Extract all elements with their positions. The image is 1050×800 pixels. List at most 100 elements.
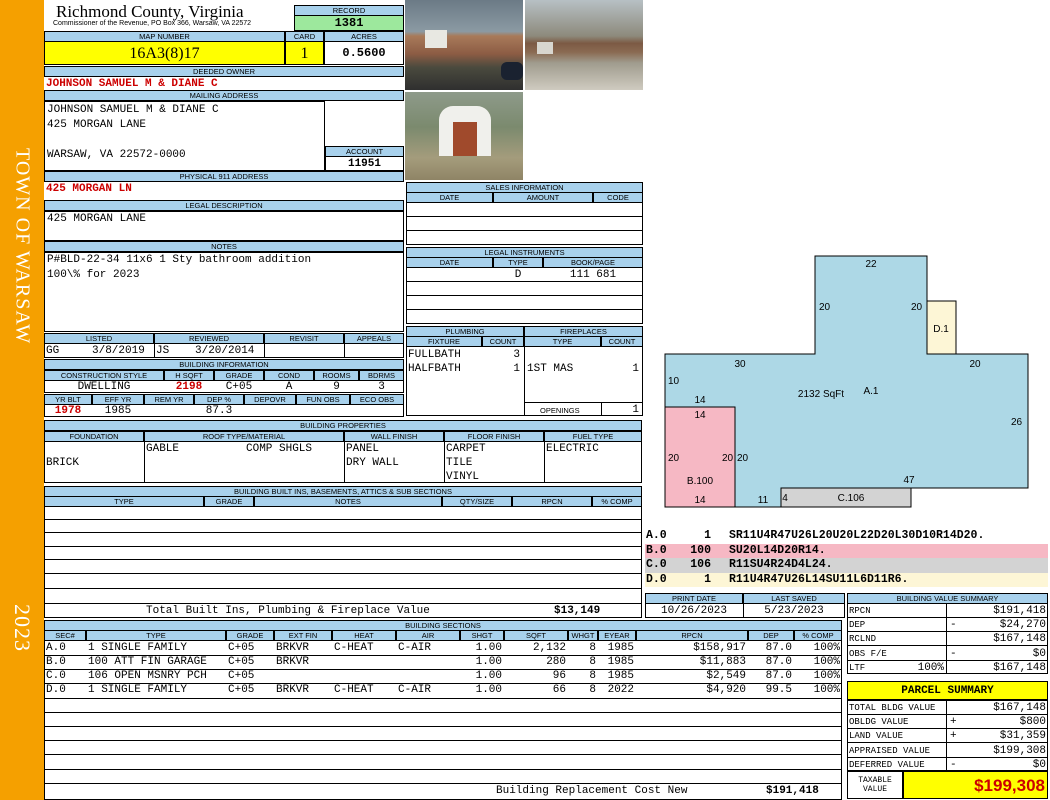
tax-year: 2023 [10, 604, 35, 652]
listed-by: GG [46, 345, 60, 357]
col-section-eyear: EYEAR [598, 630, 636, 641]
commissioner-address: Commissioner of the Revenue, PO Box 366,… [53, 20, 252, 27]
record-number: 1381 [334, 16, 364, 30]
summary-sign: + [950, 730, 957, 743]
bvs-label: OBS F/E [849, 648, 887, 659]
vector-code: D.0 [646, 572, 667, 586]
construction-style: DWELLING [77, 381, 131, 393]
reviewed-date: 3/20/2014 [195, 345, 255, 357]
vector-path: SU20L14D20R14. [729, 543, 826, 557]
roof-type: GABLE [146, 443, 180, 455]
section-heat: C-HEAT [334, 684, 374, 696]
dim-26: 26 [1011, 417, 1023, 428]
mailing-line-3: WARSAW, VA 22572-0000 [47, 149, 186, 161]
reviewed-by: JS [156, 345, 170, 357]
section-air: C-AIR [398, 642, 432, 654]
bvs-label: RPCN [849, 606, 871, 616]
vector-path: SR11U4R47U26L20U20L22D20L30D10R14D20. [729, 529, 985, 542]
county-title: Richmond County, Virginia [56, 2, 244, 21]
depreciation-pct: 87.3 [205, 405, 233, 417]
section-rpcn: $158,917 [693, 642, 746, 654]
fuel-type: ELECTRIC [546, 443, 599, 455]
summary-label: DEFERRED VALUE [849, 759, 925, 770]
col-section-shgt: SHGT [460, 630, 504, 641]
summary-value: $199,308 [993, 744, 1046, 757]
dim-10: 10 [668, 376, 680, 387]
floor-2: TILE [446, 457, 473, 469]
vector-row: D.0 1 R11U4R47U26L14SU11L6D11R6. [645, 572, 1048, 587]
summary-value: $167,148 [993, 702, 1046, 714]
summary-value: $31,359 [999, 730, 1046, 743]
rooms: 9 [333, 381, 340, 393]
summary-value: $0 [1032, 758, 1046, 771]
dim-20e: 20 [722, 453, 734, 464]
section-type: 106 OPEN MSNRY PCH [88, 670, 207, 682]
taxable-label-box: TAXABLE VALUE [847, 771, 903, 799]
vector-row: C.0 106 R11SU4R24D4L24. [645, 558, 1048, 573]
col-section-rpcn: RPCN [636, 630, 748, 641]
summary-label: APPRAISED VALUE [849, 745, 931, 756]
instrument-bookpage: 111 681 [569, 269, 617, 281]
mailing-line-2: 425 MORGAN LANE [47, 119, 147, 131]
bedrooms: 3 [378, 381, 385, 393]
vector-code: C.0 [646, 558, 667, 571]
section-type: 1 SINGLE FAMILY [88, 642, 188, 654]
fixture-2-count: 1 [513, 363, 520, 375]
builtins-total: $13,149 [554, 605, 601, 617]
record-box: 1381 [294, 15, 404, 31]
bvs-sign: - [950, 619, 957, 632]
dim-20b: 20 [911, 302, 923, 313]
section-whgt: 8 [589, 656, 596, 668]
fireplace-1-count: 1 [632, 363, 639, 375]
summary-label: OBLDG VALUE [849, 717, 909, 728]
legal-description: 425 MORGAN LANE [47, 213, 147, 225]
legal-description-header: LEGAL DESCRIPTION [44, 200, 404, 211]
section-shgt: 1.00 [475, 656, 502, 668]
sketch-vectors: A.0 1 SR11U4R47U26L20U20L22D20L30D10R14D20… [645, 529, 1048, 587]
dim-14c: 14 [694, 495, 706, 506]
dim-4: 4 [782, 493, 788, 504]
section-whgt: 8 [589, 684, 596, 696]
bvs-pct: 100% [917, 661, 944, 674]
section-grade: C+05 [228, 684, 255, 696]
sketch-sqft-text: 2132 SqFt [797, 389, 845, 400]
physical-address: 425 MORGAN LN [46, 183, 132, 195]
parcel-summary-title: PARCEL SUMMARY [901, 685, 994, 697]
fixture-2: HALFBATH [408, 363, 461, 375]
wall-1: PANEL [346, 443, 380, 455]
bvs-label: LTF [849, 662, 866, 673]
col-section-pct_comp: % COMP [794, 630, 842, 641]
vector-num: 1 [704, 572, 711, 586]
replacement-cost-label: Building Replacement Cost New [496, 785, 688, 797]
section-grade: C+05 [228, 642, 255, 654]
notes-header: NOTES [44, 241, 404, 252]
bvs-sign: - [950, 647, 957, 660]
summary-sign: + [950, 716, 957, 729]
card-number: 1 [300, 45, 309, 62]
section-ext: BRKVR [276, 642, 310, 654]
dim-14a: 14 [694, 395, 706, 406]
house-photo-1 [405, 0, 523, 90]
section-ext: BRKVR [276, 684, 310, 696]
condition: A [285, 381, 293, 393]
section-comp: 100% [813, 684, 840, 696]
dim-30: 30 [734, 359, 746, 370]
summary-value: $800 [1019, 716, 1046, 729]
bvs-value: $191,418 [993, 605, 1046, 617]
replacement-cost: $191,418 [766, 785, 819, 797]
fireplace-1: 1ST MAS [527, 363, 574, 375]
section-sqft: 66 [552, 684, 566, 696]
vector-num: 100 [690, 543, 711, 557]
section-whgt: 8 [589, 670, 596, 682]
building-properties-header: BUILDING PROPERTIES [44, 420, 642, 431]
bvs-value: $0 [1032, 647, 1046, 660]
col-section-ext_fin: EXT FIN [274, 630, 332, 641]
acres-value: 0.5600 [342, 46, 386, 60]
summary-label: LAND VALUE [849, 731, 904, 742]
taxable-value: $199,308 [974, 776, 1045, 795]
section-ext: BRKVR [276, 656, 310, 668]
building-sketch: A.1 B.100 C.106 D.1 22 20 20 30 20 10 14… [664, 255, 1029, 508]
acres-box: 0.5600 [324, 41, 404, 65]
section-sec: A.0 [46, 642, 66, 654]
map-number: 16A3(8)17 [129, 45, 200, 62]
